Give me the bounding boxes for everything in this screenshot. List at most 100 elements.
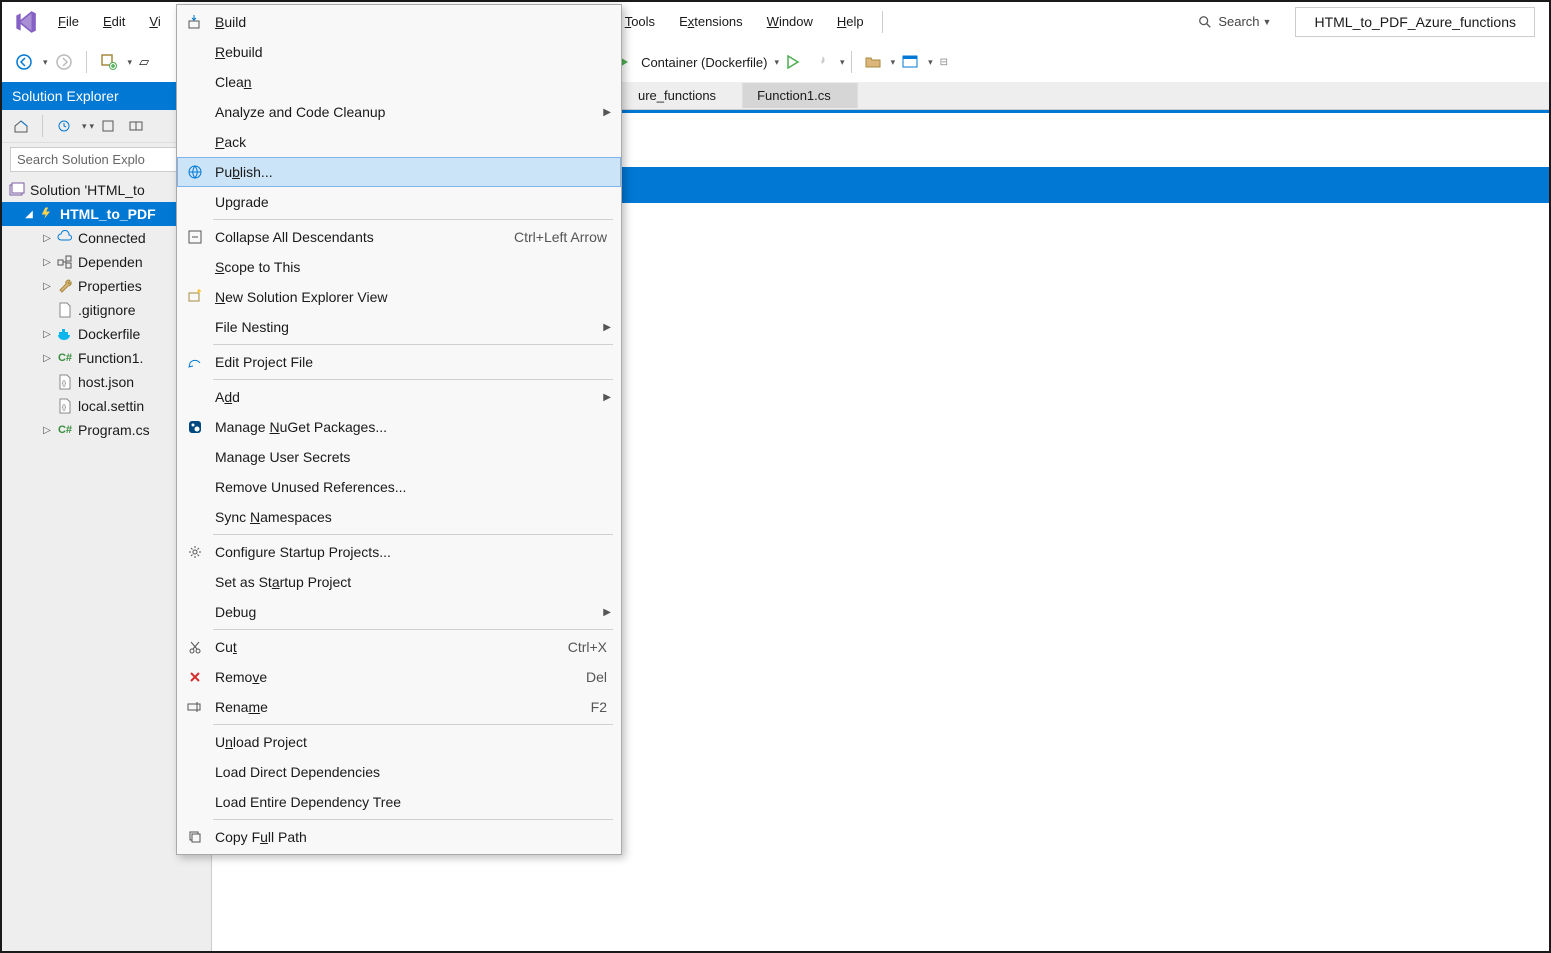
expander-closed-icon[interactable]: ▷ bbox=[40, 231, 54, 245]
tree-label: Connected bbox=[78, 230, 146, 246]
shortcut-label: Del bbox=[586, 669, 607, 685]
ctx-load-direct[interactable]: Load Direct Dependencies bbox=[177, 757, 621, 787]
search-icon bbox=[1198, 15, 1212, 29]
json-icon: {} bbox=[56, 397, 74, 415]
ctx-analyze[interactable]: Analyze and Code Cleanup▶ bbox=[177, 97, 621, 127]
cloud-icon bbox=[56, 229, 74, 247]
scissors-icon bbox=[183, 638, 207, 656]
ctx-cut[interactable]: Cut Ctrl+X bbox=[177, 632, 621, 662]
edit-icon bbox=[183, 353, 207, 371]
nav-forward-button[interactable] bbox=[49, 49, 79, 75]
ctx-unload[interactable]: Unload Project bbox=[177, 727, 621, 757]
ctx-add[interactable]: Add▶ bbox=[177, 382, 621, 412]
overflow-button[interactable]: ⊟ bbox=[934, 53, 954, 72]
new-item-button[interactable] bbox=[94, 49, 124, 75]
ctx-debug[interactable]: Debug▶ bbox=[177, 597, 621, 627]
expander-closed-icon[interactable]: ▷ bbox=[40, 327, 54, 341]
shortcut-label: Ctrl+X bbox=[568, 639, 607, 655]
dropdown-icon: ▾ bbox=[840, 57, 845, 68]
ctx-sync-ns[interactable]: Sync Namespaces bbox=[177, 502, 621, 532]
tree-label: HTML_to_PDF bbox=[60, 206, 156, 222]
expander-closed-icon[interactable]: ▷ bbox=[40, 279, 54, 293]
ctx-remove-refs[interactable]: Remove Unused References... bbox=[177, 472, 621, 502]
dropdown-icon: ▾ bbox=[891, 57, 896, 68]
submenu-arrow-icon: ▶ bbox=[603, 107, 611, 118]
window-title: HTML_to_PDF_Azure_functions bbox=[1295, 7, 1535, 37]
folder-button[interactable] bbox=[859, 50, 887, 74]
ctx-load-tree[interactable]: Load Entire Dependency Tree bbox=[177, 787, 621, 817]
wrench-icon bbox=[56, 277, 74, 295]
tree-label: Properties bbox=[78, 278, 142, 294]
nav-back-button[interactable] bbox=[9, 49, 39, 75]
expander-closed-icon[interactable]: ▷ bbox=[40, 351, 54, 365]
tree-label: host.json bbox=[78, 374, 134, 390]
ctx-secrets[interactable]: Manage User Secrets bbox=[177, 442, 621, 472]
azure-function-icon bbox=[38, 205, 56, 223]
gear-icon bbox=[183, 543, 207, 561]
menu-view[interactable]: Vi bbox=[137, 8, 172, 35]
ctx-new-view[interactable]: New Solution Explorer View bbox=[177, 282, 621, 312]
expander-closed-icon[interactable]: ▷ bbox=[40, 423, 54, 437]
ctx-clean[interactable]: Clean bbox=[177, 67, 621, 97]
collapse-icon bbox=[183, 228, 207, 246]
ctx-remove[interactable]: Remove Del bbox=[177, 662, 621, 692]
home-button[interactable] bbox=[7, 114, 35, 138]
solution-search-input[interactable]: Search Solution Explo bbox=[10, 147, 203, 172]
tree-label: Dockerfile bbox=[78, 326, 140, 342]
ctx-collapse[interactable]: Collapse All Descendants Ctrl+Left Arrow bbox=[177, 222, 621, 252]
tree-label: .gitignore bbox=[78, 302, 136, 318]
hot-reload-button[interactable] bbox=[808, 50, 836, 74]
ctx-rebuild[interactable]: Rebuild bbox=[177, 37, 621, 67]
file-icon bbox=[56, 301, 74, 319]
csharp-icon: C# bbox=[56, 349, 74, 367]
ctx-pack[interactable]: Pack bbox=[177, 127, 621, 157]
ctx-upgrade[interactable]: Upgrade bbox=[177, 187, 621, 217]
menu-window[interactable]: Window bbox=[755, 8, 825, 35]
tab-function1[interactable]: Function1.cs bbox=[743, 83, 858, 108]
ctx-rename[interactable]: Rename F2 bbox=[177, 692, 621, 722]
ctx-copy-path[interactable]: Copy Full Path bbox=[177, 822, 621, 852]
menu-extensions[interactable]: Extensions bbox=[667, 8, 755, 35]
menu-help[interactable]: Help bbox=[825, 8, 876, 35]
ctx-set-startup[interactable]: Set as Startup Project bbox=[177, 567, 621, 597]
expander-closed-icon[interactable]: ▷ bbox=[40, 255, 54, 269]
expander-open-icon[interactable]: ◢ bbox=[22, 207, 36, 221]
search-dropdown-icon: ▼ bbox=[1263, 17, 1272, 27]
open-item-button[interactable]: ▱ bbox=[133, 50, 155, 74]
new-view-icon bbox=[183, 288, 207, 306]
submenu-arrow-icon: ▶ bbox=[603, 322, 611, 333]
start-target-label[interactable]: Container (Dockerfile) bbox=[637, 55, 771, 70]
dependencies-icon bbox=[56, 253, 74, 271]
menu-file[interactable]: File bbox=[46, 8, 91, 35]
menu-edit[interactable]: Edit bbox=[91, 8, 137, 35]
search-menu[interactable]: Search ▼ bbox=[1188, 10, 1281, 33]
browser-button[interactable] bbox=[896, 50, 924, 74]
shortcut-label: Ctrl+Left Arrow bbox=[514, 229, 607, 245]
globe-icon bbox=[183, 163, 207, 181]
separator bbox=[213, 724, 613, 725]
svg-text:{}: {} bbox=[62, 381, 66, 387]
ctx-scope[interactable]: Scope to This bbox=[177, 252, 621, 282]
separator bbox=[213, 819, 613, 820]
tree-label: Solution 'HTML_to bbox=[30, 182, 145, 198]
history-button[interactable] bbox=[50, 114, 78, 138]
start-nodebug-button[interactable] bbox=[780, 51, 806, 73]
tree-label: Program.cs bbox=[78, 422, 150, 438]
show-all-button[interactable] bbox=[123, 115, 149, 137]
build-icon bbox=[183, 13, 207, 31]
copy-icon bbox=[183, 828, 207, 846]
separator bbox=[213, 379, 613, 380]
dropdown-icon: ▾ bbox=[82, 121, 87, 132]
ctx-configure-startup[interactable]: Configure Startup Projects... bbox=[177, 537, 621, 567]
tab-overview[interactable]: ure_functions bbox=[624, 83, 743, 108]
ctx-edit-project[interactable]: Edit Project File bbox=[177, 347, 621, 377]
dropdown-icon[interactable]: ▾ bbox=[775, 57, 780, 68]
dropdown-icon: ▾ bbox=[43, 57, 48, 68]
separator bbox=[213, 219, 613, 220]
ctx-publish[interactable]: Publish... bbox=[177, 157, 621, 187]
sync-button[interactable] bbox=[95, 115, 121, 137]
ctx-nuget[interactable]: Manage NuGet Packages... bbox=[177, 412, 621, 442]
search-label: Search bbox=[1218, 14, 1259, 29]
ctx-file-nesting[interactable]: File Nesting▶ bbox=[177, 312, 621, 342]
ctx-build[interactable]: Build bbox=[177, 7, 621, 37]
